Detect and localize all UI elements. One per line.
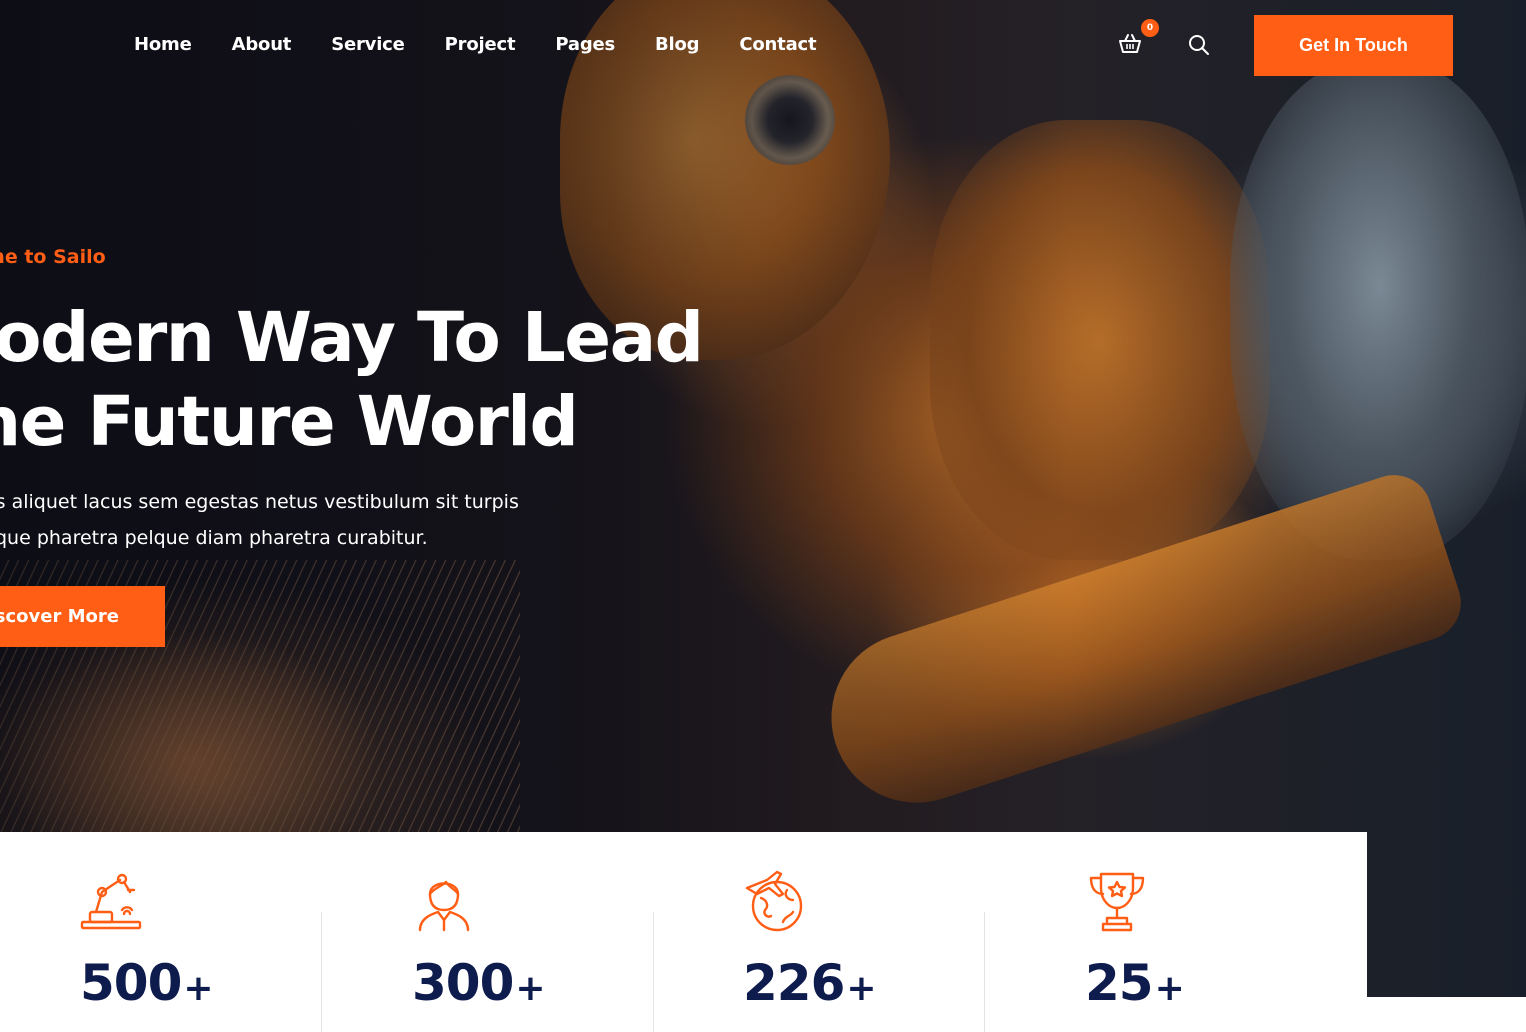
- robot-arm-icon: [80, 873, 142, 930]
- nav-item-project[interactable]: Project: [445, 34, 516, 55]
- stat-value: 300: [412, 954, 514, 1012]
- stat-divider: [321, 912, 322, 1032]
- description-line-2: risque pharetra pelque diam pharetra cur…: [0, 527, 428, 549]
- stat-value: 500: [80, 954, 182, 1012]
- search-icon[interactable]: [1188, 34, 1210, 56]
- headline-line-1: lodern Way To Lead: [0, 298, 704, 378]
- stats-bar: 500+ 300+ 226+ 25+: [0, 832, 1367, 1032]
- cart-icon[interactable]: [1117, 32, 1143, 58]
- nav-item-contact[interactable]: Contact: [739, 34, 816, 55]
- stat-number: 300+: [412, 954, 546, 1012]
- stat-number: 25+: [1085, 954, 1185, 1012]
- stat-number: 500+: [80, 954, 214, 1012]
- cart-count-badge: 0: [1141, 19, 1159, 37]
- nav-item-blog[interactable]: Blog: [655, 34, 700, 55]
- nav-item-service[interactable]: Service: [331, 34, 405, 55]
- nav-item-pages[interactable]: Pages: [555, 34, 615, 55]
- description-line-1: ous aliquet lacus sem egestas netus vest…: [0, 491, 519, 513]
- main-menu: Home About Service Project Pages Blog Co…: [134, 34, 856, 55]
- hero-eyebrow: ome to Sailo: [0, 246, 106, 268]
- stat-number: 226+: [743, 954, 877, 1012]
- hero-description: ous aliquet lacus sem egestas netus vest…: [0, 484, 532, 556]
- headline-line-2: he Future World: [0, 382, 579, 462]
- globe-plane-icon: [745, 870, 803, 932]
- nav-item-home[interactable]: Home: [134, 34, 192, 55]
- stat-suffix: +: [846, 968, 876, 1009]
- hero-content: ome to Sailo lodern Way To Lead he Futur…: [0, 246, 704, 556]
- hero-headline: lodern Way To Lead he Future World: [0, 296, 704, 464]
- get-in-touch-button[interactable]: Get In Touch: [1254, 15, 1453, 76]
- trophy-icon: [1089, 872, 1145, 932]
- stat-divider: [653, 912, 654, 1032]
- stat-value: 25: [1085, 954, 1154, 1012]
- stat-value: 226: [743, 954, 845, 1012]
- nav-item-about[interactable]: About: [232, 34, 292, 55]
- stat-suffix: +: [183, 968, 213, 1009]
- stat-divider: [984, 912, 985, 1032]
- stat-suffix: +: [515, 968, 545, 1009]
- stat-suffix: +: [1154, 968, 1185, 1009]
- discover-more-button[interactable]: Discover More: [0, 586, 165, 647]
- worker-icon: [418, 880, 470, 932]
- top-navigation: Home About Service Project Pages Blog Co…: [0, 0, 1526, 90]
